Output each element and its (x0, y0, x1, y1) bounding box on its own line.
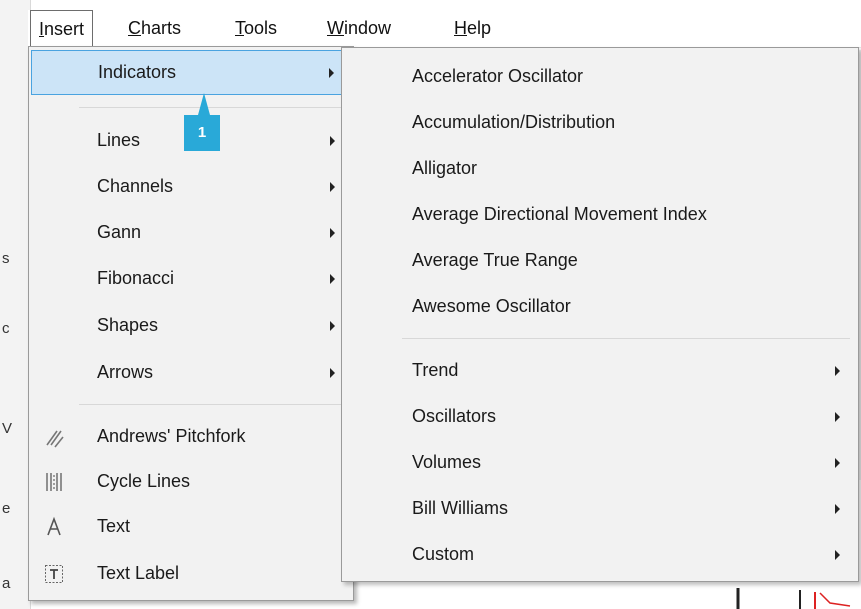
background-glyph: e (2, 500, 11, 517)
menu-item-label: Text Label (97, 563, 180, 583)
menu-charts[interactable]: Charts (120, 10, 189, 47)
menu-item-fibonacci[interactable]: Fibonacci (31, 259, 349, 301)
menu-item-label: Shapes (97, 315, 159, 335)
menu-item-channels[interactable]: Channels (31, 167, 349, 209)
submenu-item-alligator[interactable]: Alligator (342, 148, 858, 190)
indicators-submenu: Accelerator Oscillator Accumulation/Dist… (341, 47, 859, 582)
submenu-arrow-icon (329, 68, 334, 78)
menu-item-arrows[interactable]: Arrows (31, 353, 349, 395)
submenu-item-label: Volumes (412, 452, 482, 472)
menu-item-label: Gann (97, 222, 142, 242)
submenu-arrow-icon (330, 228, 335, 238)
callout-number-badge: 1 (184, 115, 220, 151)
background-glyph: a (2, 575, 11, 592)
menu-separator (79, 107, 349, 108)
menu-window[interactable]: Window (319, 10, 399, 47)
submenu-separator (402, 338, 850, 339)
submenu-item-accelerator-oscillator[interactable]: Accelerator Oscillator (342, 56, 858, 98)
menu-charts-rest: harts (141, 18, 182, 38)
submenu-item-label: Accumulation/Distribution (412, 112, 616, 132)
background-chart-edge: s c V e a (0, 0, 31, 609)
submenu-item-label: Alligator (412, 158, 478, 178)
submenu-arrow-icon (835, 504, 840, 514)
menu-tools-rest: ools (244, 18, 278, 38)
submenu-item-oscillators[interactable]: Oscillators (342, 396, 858, 438)
background-glyph: c (2, 320, 10, 337)
menu-item-label: Fibonacci (97, 268, 175, 288)
submenu-item-label: Awesome Oscillator (412, 296, 571, 316)
menu-item-label: Andrews' Pitchfork (97, 426, 246, 446)
menu-tools[interactable]: Tools (227, 10, 285, 47)
menu-item-text-label[interactable]: Text Label (31, 554, 349, 596)
callout-pointer (198, 93, 210, 115)
menu-tools-accel: T (235, 18, 244, 38)
submenu-item-label: Average Directional Movement Index (412, 204, 707, 224)
submenu-item-label: Oscillators (412, 406, 497, 426)
menu-separator (79, 404, 349, 405)
background-candles (736, 588, 851, 609)
submenu-arrow-icon (835, 458, 840, 468)
submenu-item-label: Bill Williams (412, 498, 508, 518)
pitchfork-icon (43, 425, 65, 449)
submenu-item-custom[interactable]: Custom (342, 534, 858, 576)
menu-item-cycle-lines[interactable]: Cycle Lines (31, 462, 349, 504)
submenu-item-adx[interactable]: Average Directional Movement Index (342, 194, 858, 236)
submenu-arrow-icon (330, 182, 335, 192)
submenu-item-label: Average True Range (412, 250, 578, 270)
menu-bar: Insert Charts Tools Window Help (28, 10, 861, 48)
menu-help-rest: elp (467, 18, 492, 38)
menu-charts-accel: C (128, 18, 141, 38)
text-label-icon (43, 562, 65, 586)
submenu-item-bill-williams[interactable]: Bill Williams (342, 488, 858, 530)
menu-help-accel: H (454, 18, 467, 38)
submenu-arrow-icon (330, 136, 335, 146)
menu-window-rest: indow (344, 18, 392, 38)
submenu-item-label: Accelerator Oscillator (412, 66, 584, 86)
submenu-item-accumulation-distribution[interactable]: Accumulation/Distribution (342, 102, 858, 144)
submenu-arrow-icon (835, 550, 840, 560)
menu-item-label: Text (97, 516, 131, 536)
menu-window-accel: W (327, 18, 344, 38)
menu-item-andrews-pitchfork[interactable]: Andrews' Pitchfork (31, 417, 349, 459)
menu-item-gann[interactable]: Gann (31, 213, 349, 255)
menu-item-label: Lines (97, 130, 141, 150)
cycle-lines-icon (43, 470, 65, 494)
submenu-arrow-icon (330, 274, 335, 284)
submenu-item-trend[interactable]: Trend (342, 350, 858, 392)
menu-help[interactable]: Help (446, 10, 499, 47)
submenu-arrow-icon (835, 412, 840, 422)
submenu-item-volumes[interactable]: Volumes (342, 442, 858, 484)
background-glyph: V (2, 420, 13, 437)
menu-item-shapes[interactable]: Shapes (31, 306, 349, 348)
submenu-item-label: Custom (412, 544, 475, 564)
submenu-arrow-icon (330, 321, 335, 331)
menu-item-indicators[interactable]: Indicators (31, 50, 349, 95)
submenu-item-label: Trend (412, 360, 459, 380)
text-icon (43, 515, 65, 539)
submenu-item-awesome-oscillator[interactable]: Awesome Oscillator (342, 286, 858, 328)
submenu-arrow-icon (835, 366, 840, 376)
background-glyph: s (2, 250, 10, 267)
menu-item-label: Cycle Lines (97, 471, 191, 491)
menu-item-label: Arrows (97, 362, 154, 382)
menu-item-label: Indicators (98, 62, 177, 82)
submenu-arrow-icon (330, 368, 335, 378)
submenu-item-average-true-range[interactable]: Average True Range (342, 240, 858, 282)
menu-insert[interactable]: Insert (30, 10, 94, 47)
menu-item-text[interactable]: Text (31, 507, 349, 549)
menu-insert-rest: nsert (44, 19, 85, 39)
menu-item-label: Channels (97, 176, 174, 196)
